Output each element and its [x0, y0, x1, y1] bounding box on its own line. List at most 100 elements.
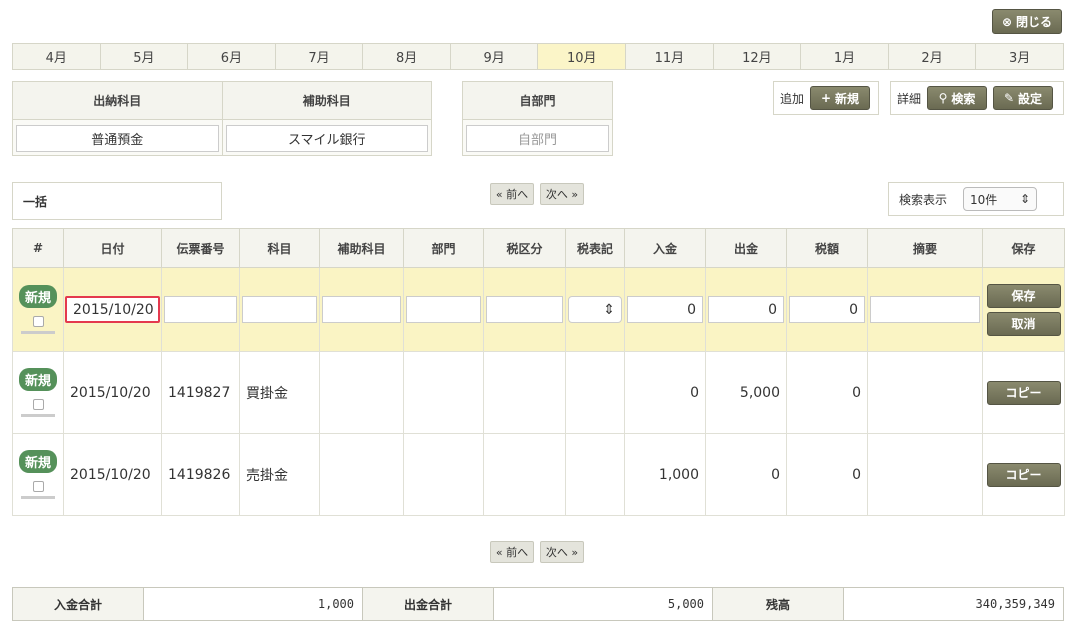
account-input[interactable] — [242, 296, 317, 323]
row-checkbox[interactable] — [32, 316, 44, 327]
tab-month-8[interactable]: 8月 — [363, 44, 451, 69]
account-label: 出納科目 — [13, 82, 222, 120]
row-deposit: 1,000 — [624, 433, 706, 516]
page-size-value: 10件 — [970, 192, 998, 207]
cancel-button[interactable]: 取消 — [986, 311, 1061, 336]
col-header-deposit: 入金 — [624, 228, 706, 268]
deposit-total-value: 1,000 — [144, 588, 363, 620]
balance-label: 残高 — [713, 588, 844, 620]
department-cell-input[interactable] — [406, 296, 481, 323]
plus-icon: + — [820, 91, 832, 105]
row-date: 2015/10/20 — [63, 433, 162, 516]
col-header-save: 保存 — [982, 228, 1065, 268]
col-header-withdrawal: 出金 — [705, 228, 787, 268]
slip-input[interactable] — [164, 296, 237, 323]
search-display: 検索表示 10件 ⇕ — [888, 182, 1064, 216]
withdrawal-total-label: 出金合計 — [363, 588, 494, 620]
withdrawal-input[interactable]: 0 — [708, 296, 784, 323]
table-row: 新規 2015/10/20 1419826 売掛金 1,000 0 0 コピー — [12, 433, 1065, 516]
col-header-slip: 伝票番号 — [161, 228, 240, 268]
close-button[interactable]: ⊗ 閉じる — [992, 9, 1062, 34]
save-button[interactable]: 保存 — [986, 283, 1061, 308]
row-date: 2015/10/20 — [63, 351, 162, 434]
next-page-button[interactable]: 次へ » — [540, 541, 584, 563]
pager-top: « 前へ 次へ » — [490, 183, 584, 205]
col-header-no: # — [12, 228, 64, 268]
deposit-input[interactable]: 0 — [627, 296, 703, 323]
sub-account-input[interactable] — [322, 296, 401, 323]
col-header-tax-category: 税区分 — [483, 228, 566, 268]
new-button[interactable]: + 新規 — [810, 86, 871, 110]
tab-month-4[interactable]: 4月 — [13, 44, 101, 69]
journal-table: # 日付 伝票番号 科目 補助科目 部門 税区分 税表記 入金 出金 税額 摘要… — [12, 228, 1065, 516]
row-account: 売掛金 — [239, 433, 320, 516]
updown-icon: ⇕ — [603, 301, 615, 318]
tab-month-3[interactable]: 3月 — [976, 44, 1063, 69]
tax-notation-select[interactable]: ⇕ — [568, 296, 622, 323]
tab-month-6[interactable]: 6月 — [188, 44, 276, 69]
tab-month-11[interactable]: 11月 — [626, 44, 714, 69]
col-header-date: 日付 — [63, 228, 162, 268]
tab-month-7[interactable]: 7月 — [275, 44, 364, 69]
row-withdrawal: 5,000 — [705, 351, 787, 434]
row-tax: 0 — [786, 433, 868, 516]
tab-month-5[interactable]: 5月 — [100, 44, 189, 69]
col-header-department: 部門 — [403, 228, 484, 268]
new-badge: 新規 — [18, 450, 57, 473]
row-withdrawal: 0 — [705, 433, 787, 516]
detail-box: 詳細 ⚲ 検索 ✎ 設定 — [890, 81, 1064, 115]
tax-category-input[interactable] — [486, 296, 563, 323]
account-select[interactable]: 普通預金 — [16, 124, 219, 152]
search-button[interactable]: ⚲ 検索 — [927, 86, 988, 110]
copy-button[interactable]: コピー — [986, 380, 1061, 405]
col-header-tax: 税額 — [786, 228, 868, 268]
department-input[interactable]: 自部門 — [466, 124, 609, 152]
row-deposit: 0 — [624, 351, 706, 434]
pager-bottom: « 前へ 次へ » — [490, 541, 584, 563]
row-slip: 1419827 — [161, 351, 240, 434]
month-tabs: 4月 5月 6月 7月 8月 9月 10月 11月 12月 1月 2月 3月 — [12, 43, 1064, 70]
tab-month-9[interactable]: 9月 — [450, 44, 539, 69]
deposit-total-label: 入金合計 — [13, 588, 144, 620]
drag-handle[interactable] — [21, 414, 55, 417]
date-input[interactable]: 2015/10/20 — [65, 296, 160, 323]
tab-month-12[interactable]: 12月 — [713, 44, 802, 69]
drag-handle[interactable] — [21, 496, 55, 499]
wrench-icon: ✎ — [1003, 91, 1015, 105]
copy-button[interactable]: コピー — [986, 462, 1061, 487]
totals-bar: 入金合計 1,000 出金合計 5,000 残高 340,359,349 — [12, 587, 1064, 621]
prev-page-button[interactable]: « 前へ — [490, 541, 534, 563]
sub-account-label: 補助科目 — [222, 82, 431, 120]
settings-button[interactable]: ✎ 設定 — [993, 86, 1054, 110]
row-checkbox[interactable] — [32, 481, 44, 492]
memo-input[interactable] — [870, 296, 980, 323]
drag-handle[interactable] — [21, 331, 55, 334]
department-filter-group: 自部門 自部門 — [462, 81, 613, 156]
close-circle-icon: ⊗ — [1001, 14, 1013, 29]
col-header-tax-notation: 税表記 — [565, 228, 625, 268]
add-box: 追加 + 新規 — [773, 81, 879, 115]
search-icon: ⚲ — [938, 91, 948, 105]
row-checkbox[interactable] — [32, 399, 44, 410]
detail-label: 詳細 — [897, 91, 922, 106]
next-page-button[interactable]: 次へ » — [540, 183, 584, 205]
new-badge: 新規 — [18, 285, 57, 308]
tab-month-10[interactable]: 10月 — [538, 44, 627, 69]
prev-page-button[interactable]: « 前へ — [490, 183, 534, 205]
row-account: 買掛金 — [239, 351, 320, 434]
new-entry-row: 新規 2015/10/20 ⇕ 0 0 0 保存 取消 — [12, 267, 1065, 352]
account-filter-group: 出納科目 普通預金 補助科目 スマイル銀行 — [12, 81, 432, 156]
tab-month-2[interactable]: 2月 — [888, 44, 977, 69]
withdrawal-total-value: 5,000 — [494, 588, 713, 620]
bulk-field[interactable]: 一括 — [12, 182, 222, 220]
tax-input[interactable]: 0 — [789, 296, 865, 323]
new-button-label: 新規 — [835, 91, 860, 106]
updown-icon: ⇕ — [1019, 192, 1031, 206]
tab-month-1[interactable]: 1月 — [801, 44, 889, 69]
page-size-select[interactable]: 10件 ⇕ — [963, 187, 1038, 211]
add-label: 追加 — [780, 91, 805, 106]
new-badge: 新規 — [18, 368, 57, 391]
sub-account-select[interactable]: スマイル銀行 — [225, 124, 428, 152]
row-slip: 1419826 — [161, 433, 240, 516]
col-header-memo: 摘要 — [867, 228, 983, 268]
